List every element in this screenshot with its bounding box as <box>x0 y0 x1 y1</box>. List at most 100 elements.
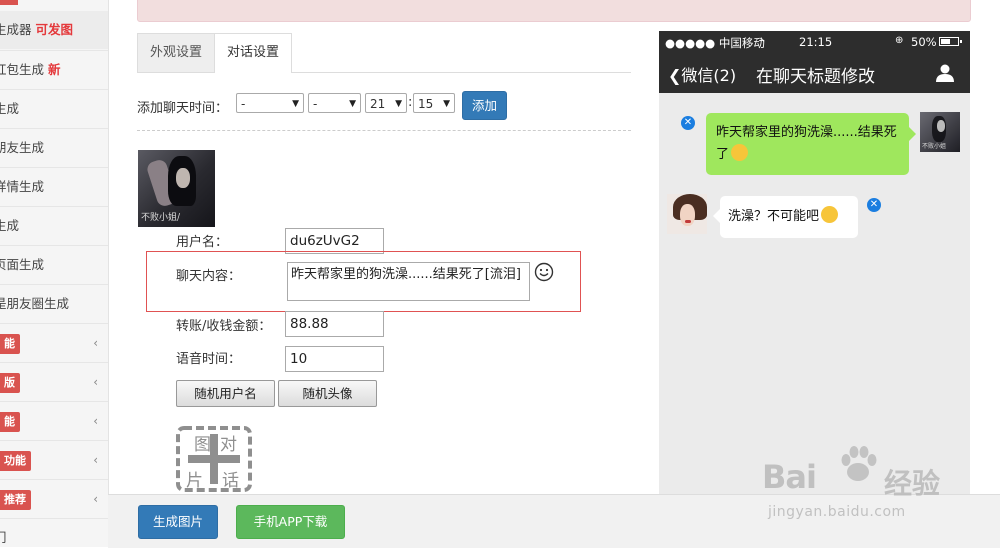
back-label: 微信(2) <box>681 66 737 85</box>
group-badge: 版 <box>0 373 20 393</box>
notice-alert <box>137 0 971 22</box>
sidebar-item-label: 朋友生成 <box>0 140 45 155</box>
select-value: 15 <box>418 97 434 111</box>
message-text: 洗澡？不可能吧 <box>728 209 820 224</box>
sidebar-group-4[interactable]: 功能 ‹ <box>0 440 108 479</box>
wifi-icon: ◠ <box>755 35 765 48</box>
crying-emoji-icon <box>731 144 749 161</box>
status-time: 21:15 <box>799 35 833 49</box>
random-avatar-button[interactable]: 随机头像 <box>278 380 377 407</box>
group-badge: 能 <box>0 334 20 354</box>
dropdown-arrow-icon: ▼ <box>395 99 402 109</box>
sidebar-group-5[interactable]: 推荐 ‹ <box>0 479 108 518</box>
sidebar-item-last[interactable]: 门 <box>0 518 108 547</box>
user-avatar-image[interactable]: 不败小姐/ <box>138 150 215 227</box>
avatar-caption: 不败小姐/ <box>141 213 181 223</box>
battery-percent: 50% <box>911 35 937 49</box>
chat-title[interactable]: 在聊天标题修改 <box>756 62 875 87</box>
phone-status-bar: ●●●●● 中国移动 ◠ 21:15 ⊕ 50% <box>659 31 970 53</box>
avatar-caption: 不败小姐 <box>922 143 947 150</box>
battery-icon <box>939 37 962 46</box>
chevron-left-icon: ‹ <box>93 453 98 467</box>
sidebar-item-label: 详情生成 <box>0 179 45 194</box>
delete-message-icon[interactable]: ✕ <box>867 198 881 212</box>
voice-label: 语音时间： <box>176 352 242 367</box>
sidebar-group-3[interactable]: 能 ‹ <box>0 401 108 440</box>
tab-dialog[interactable]: 对话设置 <box>214 33 293 73</box>
back-button[interactable]: ❮微信(2) <box>668 62 736 86</box>
sidebar-item-7[interactable]: 页面生成 <box>0 245 108 284</box>
delete-message-icon[interactable]: ✕ <box>681 116 695 130</box>
voice-time-input[interactable]: 10 <box>285 346 384 372</box>
carrier-text: ●●●●● 中国移动 <box>665 36 765 50</box>
divider <box>137 130 631 131</box>
receiver-avatar[interactable] <box>667 194 707 234</box>
amount-label: 转账/收钱金额： <box>176 319 272 334</box>
group-badge: 能 <box>0 412 20 432</box>
sidebar-item-label: 是朋友圈生成 <box>0 296 70 311</box>
phone-preview: ●●●●● 中国移动 ◠ 21:15 ⊕ 50% ❮微信(2) 在聊天标题修改 … <box>659 31 970 494</box>
sidebar-item-label: 生成器 <box>0 22 32 37</box>
emoji-smiley-icon[interactable] <box>534 262 554 282</box>
hot-tag: 可发图 <box>35 22 74 37</box>
chevron-left-icon: ‹ <box>93 375 98 389</box>
lock-rotation-icon: ⊕ <box>895 35 904 46</box>
select-value: - <box>313 97 318 111</box>
paw-logo-icon <box>841 446 877 481</box>
time-select-1[interactable]: - ▼ <box>236 93 304 113</box>
sidebar-item-generator[interactable]: 生成器可发图 <box>0 11 108 49</box>
sidebar-item-label: 红包生成 <box>0 62 45 77</box>
generate-image-button[interactable]: 生成图片 <box>138 505 218 539</box>
username-label: 用户名： <box>176 235 229 250</box>
dropdown-arrow-icon: ▼ <box>292 99 299 109</box>
person-icon[interactable] <box>935 63 955 83</box>
sender-avatar[interactable]: 不败小姐 <box>920 112 960 152</box>
message-bubble-left[interactable]: 洗澡？不可能吧 <box>713 196 858 238</box>
sidebar-item-4[interactable]: 朋友生成 <box>0 128 108 167</box>
watermark-brand: Bai <box>762 458 817 496</box>
dropdown-arrow-icon: ▼ <box>349 99 356 109</box>
sidebar-item-label: 生成 <box>0 101 20 116</box>
chat-content-textarea[interactable]: 昨天帮家里的狗洗澡......结果死了[流泪] <box>287 262 530 301</box>
sidebar-item-6[interactable]: 生成 <box>0 206 108 245</box>
image-dialog-char: 片 <box>186 471 203 491</box>
chevron-left-icon: ‹ <box>93 414 98 428</box>
image-dialog-char: 对 <box>220 435 237 455</box>
sidebar-item-label: 页面生成 <box>0 257 45 272</box>
image-dialog-char: 图 <box>194 435 211 455</box>
select-value: 21 <box>370 97 386 111</box>
message-bubble-right[interactable]: 昨天帮家里的狗洗澡......结果死了 <box>706 113 916 175</box>
image-dialog-icon[interactable]: 图 对 片 话 <box>176 426 252 492</box>
sidebar-item-8[interactable]: 是朋友圈生成 <box>0 284 108 323</box>
chevron-left-icon: ‹ <box>93 492 98 506</box>
baidu-watermark: Bai 经验 jingyan.baidu.com <box>762 446 992 528</box>
sidebar-item-label: 门 <box>0 519 7 547</box>
dropdown-arrow-icon: ▼ <box>443 99 450 109</box>
add-time-label: 添加聊天时间： <box>137 101 229 116</box>
image-dialog-char: 话 <box>222 471 239 491</box>
hour-select[interactable]: 21 ▼ <box>365 93 407 113</box>
sidebar-item-label: 生成 <box>0 218 20 233</box>
sidebar-group-2[interactable]: 版 ‹ <box>0 362 108 401</box>
sidebar: 生成器可发图 红包生成新 生成 朋友生成 详情生成 生成 页面生成 是朋友圈生成… <box>0 0 109 547</box>
watermark-cn: 经验 <box>884 467 941 500</box>
watermark-url: jingyan.baidu.com <box>768 504 906 520</box>
sidebar-item-3[interactable]: 生成 <box>0 89 108 128</box>
sidebar-group-1[interactable]: 能 ‹ <box>0 323 108 362</box>
select-value: - <box>241 97 246 111</box>
chevron-left-icon: ‹ <box>93 336 98 350</box>
app-download-button[interactable]: 手机APP下载 <box>236 505 345 539</box>
add-time-button[interactable]: 添加 <box>462 91 507 120</box>
content-label: 聊天内容： <box>176 269 242 284</box>
sidebar-item-5[interactable]: 详情生成 <box>0 167 108 206</box>
amount-input[interactable]: 88.88 <box>285 311 384 337</box>
time-select-2[interactable]: - ▼ <box>308 93 361 113</box>
settings-tabs: 外观设置 对话设置 <box>137 33 631 73</box>
random-username-button[interactable]: 随机用户名 <box>176 380 275 407</box>
tab-appearance[interactable]: 外观设置 <box>137 33 216 72</box>
time-colon: : <box>408 95 413 110</box>
minute-select[interactable]: 15 ▼ <box>413 93 455 113</box>
wechat-nav-bar: ❮微信(2) 在聊天标题修改 <box>659 53 970 93</box>
new-tag: 新 <box>48 62 61 77</box>
sidebar-item-redpacket[interactable]: 红包生成新 <box>0 50 108 89</box>
